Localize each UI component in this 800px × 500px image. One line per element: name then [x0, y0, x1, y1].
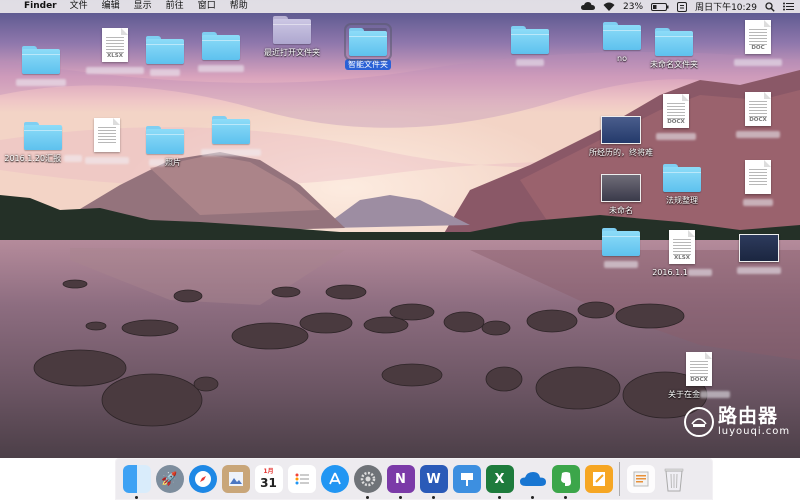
onenote-icon[interactable]: N: [386, 465, 415, 499]
desktop-doc-file[interactable]: DOC: [723, 20, 793, 68]
watermark-logo: 路由器 luyouqi.com: [684, 406, 790, 437]
image-thumbnail-icon: [601, 174, 641, 202]
calendar-icon[interactable]: 1月 31: [254, 465, 283, 493]
untitled-label: 未命名: [609, 206, 633, 215]
menu-view[interactable]: 显示: [127, 0, 159, 13]
router-logo-icon: [684, 406, 714, 437]
folder-icon: [22, 46, 60, 74]
evernote-icon[interactable]: [551, 465, 580, 499]
menu-bar: Finder 文件 编辑 显示 前往 窗口 帮助 23% 周日下午10:29: [0, 0, 800, 13]
recent-folders-label: 最近打开文件夹: [264, 48, 320, 57]
menu-go[interactable]: 前往: [159, 0, 191, 13]
notification-center-icon[interactable]: [783, 2, 794, 11]
desktop-docx-file-about[interactable]: DOCX 关于在金: [664, 352, 734, 400]
watermark-brand-en: luyouqi.com: [718, 426, 791, 437]
folder-icon: [24, 122, 62, 150]
system-preferences-icon[interactable]: [353, 465, 382, 499]
image-thumbnail-icon: [739, 234, 779, 262]
folder-icon: [212, 116, 250, 144]
smart-folder-label: 智能文件夹: [345, 59, 391, 70]
xlsx-document-icon: XLSX: [102, 28, 128, 62]
menu-edit[interactable]: 编辑: [95, 0, 127, 13]
folder-no-label: no: [617, 54, 627, 63]
onedrive-icon[interactable]: [519, 465, 547, 499]
input-method-icon[interactable]: [677, 1, 688, 12]
desktop-folder-photos[interactable]: 照片: [130, 126, 200, 168]
preview-icon[interactable]: [221, 465, 250, 493]
folder-icon: [663, 164, 701, 192]
launchpad-icon[interactable]: 🚀: [155, 465, 184, 493]
folder-icon: [655, 28, 693, 56]
folder-icon: [602, 228, 640, 256]
dock: 🚀 1月 31 N W X: [115, 458, 713, 500]
document-icon: [745, 160, 771, 194]
menu-help[interactable]: 帮助: [223, 0, 255, 13]
pages-icon[interactable]: [584, 465, 613, 493]
recent-folder-icon: [273, 16, 311, 44]
safari-icon[interactable]: [188, 465, 217, 493]
docx-document-icon: DOCX: [686, 352, 712, 386]
desktop-folder[interactable]: [196, 116, 266, 158]
downloads-stack-icon[interactable]: [626, 465, 655, 493]
watermark-brand-cn: 路由器: [718, 405, 779, 427]
spotlight-search-icon[interactable]: [765, 1, 775, 12]
clock[interactable]: 周日下午10:29: [695, 0, 757, 13]
desktop-folder-2016[interactable]: 2016.1.20汇报: [4, 122, 82, 164]
battery-percent[interactable]: 23%: [623, 2, 643, 12]
folder-icon: [603, 22, 641, 50]
desktop-untitled-folder[interactable]: 未命名文件夹: [639, 28, 709, 70]
desktop-document[interactable]: [723, 160, 793, 208]
menu-window[interactable]: 窗口: [191, 0, 223, 13]
wifi-icon[interactable]: [603, 2, 615, 11]
untitled-folder-label: 未命名文件夹: [650, 60, 698, 69]
desktop-folder[interactable]: [6, 46, 76, 88]
image-file-label: 所经历的，终将难: [589, 148, 653, 157]
desktop-recent-folders[interactable]: 最近打开文件夹: [257, 16, 327, 58]
desktop-image-file[interactable]: 所经历的，终将难: [586, 116, 656, 158]
docx-document-icon: DOCX: [745, 92, 771, 126]
document-icon: [94, 118, 120, 152]
desktop-folder[interactable]: [186, 32, 256, 74]
menu-finder[interactable]: Finder: [22, 0, 63, 13]
dock-separator: [619, 462, 620, 496]
desktop-untitled-image[interactable]: 未命名: [586, 174, 656, 216]
xlsx-document-icon: XLSX: [669, 230, 695, 264]
desktop-folder[interactable]: [586, 228, 656, 270]
desktop-smart-folder[interactable]: 智能文件夹: [333, 23, 403, 70]
desktop-xlsx-file-2016[interactable]: XLSX 2016.1.1: [647, 230, 717, 278]
folder-icon: [202, 32, 240, 60]
word-icon[interactable]: W: [419, 465, 448, 499]
desktop-folder-regulations[interactable]: 法规整理: [647, 164, 717, 206]
desktop-folder[interactable]: [495, 26, 565, 68]
trash-icon[interactable]: [660, 465, 688, 493]
excel-icon[interactable]: X: [485, 465, 514, 499]
keynote-icon[interactable]: [452, 465, 481, 493]
folder-icon: [146, 126, 184, 154]
regulations-label: 法规整理: [666, 196, 698, 205]
finder-icon[interactable]: [122, 465, 151, 499]
smart-folder-icon: [344, 23, 392, 61]
folder-icon: [146, 36, 184, 64]
docx-document-icon: DOCX: [663, 94, 689, 128]
battery-icon[interactable]: [651, 2, 669, 11]
image-thumbnail-icon: [601, 116, 641, 144]
cloud-icon[interactable]: [581, 2, 596, 11]
folder-icon: [511, 26, 549, 54]
menu-file[interactable]: 文件: [63, 0, 95, 13]
desktop-docx-file[interactable]: DOCX: [723, 92, 793, 140]
doc-document-icon: DOC: [745, 20, 771, 54]
reminders-icon[interactable]: [287, 465, 316, 493]
app-store-icon[interactable]: [320, 465, 349, 493]
desktop-image-file[interactable]: [724, 234, 794, 276]
